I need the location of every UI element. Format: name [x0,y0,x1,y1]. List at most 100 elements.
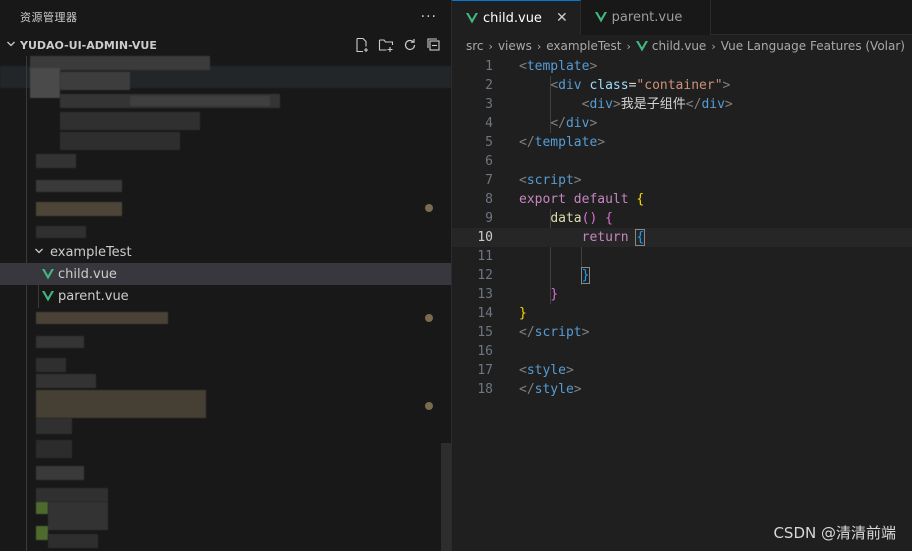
file-label: parent.vue [58,288,129,304]
breadcrumb-file-label: child.vue [651,39,707,53]
file-child-vue[interactable]: child.vue [0,263,451,285]
tab-child-vue[interactable]: child.vue ✕ [452,0,581,35]
breadcrumb-item[interactable]: exampleTest [546,39,621,53]
code-line: 8 export default { [452,190,912,209]
blurred-tree-item [36,374,96,388]
blurred-tree-item [36,336,84,348]
sidebar-scrollbar[interactable] [441,443,451,551]
blurred-tree-item [36,180,122,192]
modified-dot-icon [425,204,433,212]
breadcrumb-file[interactable]: child.vue [635,39,707,53]
code-text: export default { [519,192,645,207]
collapse-all-icon[interactable] [425,36,443,54]
editor-group: child.vue ✕ parent.vue src › views › exa… [452,0,912,551]
more-actions-icon[interactable]: ··· [421,9,437,25]
new-file-icon[interactable] [353,36,371,54]
breadcrumb-item[interactable]: views [498,39,532,53]
line-number: 4 [485,116,493,131]
code-text: } [519,306,527,321]
code-line: 4 </div> [452,114,912,133]
explorer-title: 资源管理器 [20,11,78,24]
line-number: 1 [485,59,493,74]
breadcrumb-item[interactable]: src [466,39,484,53]
code-text: <script> [519,173,582,188]
code-line: 14} [452,304,912,323]
blurred-tree-item [36,358,66,372]
code-line: 2 <div class="container"> [452,76,912,95]
blurred-tree-item [36,418,72,434]
line-number: 10 [477,230,493,245]
line-number: 13 [477,287,493,302]
code-text: <div>我是子组件</div> [581,97,733,112]
line-number: 6 [485,154,493,169]
line-number: 16 [477,344,493,359]
code-line: 6 [452,152,912,171]
tab-parent-vue[interactable]: parent.vue [581,0,712,35]
line-number: 5 [485,135,493,150]
vue-file-icon [635,40,648,51]
blurred-tree-item [30,68,60,98]
blurred-tree-item [48,502,108,530]
tab-spacer [711,0,912,35]
blurred-tree-item [36,226,86,238]
blurred-tree-item [36,154,76,168]
tab-bar: child.vue ✕ parent.vue [452,0,912,35]
line-number: 8 [485,192,493,207]
tab-label: child.vue [483,10,542,26]
refresh-icon[interactable] [401,36,419,54]
line-number: 18 [477,382,493,397]
line-number: 12 [477,268,493,283]
tab-label: parent.vue [611,10,683,25]
vue-file-icon [594,12,607,23]
blurred-tree-item [130,96,270,106]
code-text: <style> [519,363,574,378]
code-line: 11 [452,247,912,266]
code-text: </template> [519,135,606,150]
code-text: <template> [519,59,598,74]
code-line: 7 <script> [452,171,912,190]
line-number: 15 [477,325,493,340]
code-text: return { [581,229,646,246]
file-parent-vue[interactable]: parent.vue [0,285,451,307]
blurred-tree-item [36,312,168,324]
chevron-right-icon: › [626,39,631,53]
chevron-right-icon: › [711,39,716,53]
project-actions [353,36,443,54]
line-number: 11 [477,249,493,264]
blurred-tree-item [36,390,206,418]
code-line: 9 data() { [452,209,912,228]
project-root[interactable]: YUDAO-UI-ADMIN-VUE [0,34,451,56]
code-text: <div class="container"> [550,78,731,93]
chevron-down-icon [4,39,18,52]
vue-file-icon [466,12,478,23]
code-text: data() { [550,211,613,226]
close-icon[interactable]: ✕ [556,10,568,26]
new-folder-icon[interactable] [377,36,395,54]
code-text: </style> [519,382,582,397]
explorer-sidebar: 资源管理器 ··· YUDAO-UI-ADMIN-VUE exampleTest… [0,0,451,551]
code-line: 3 <div>我是子组件</div> [452,95,912,114]
blurred-tree-item [60,112,200,130]
blurred-tree-item [48,534,98,548]
folder-exampletest[interactable]: exampleTest [0,241,451,263]
blurred-tree-item [36,440,72,458]
modified-dot-icon [425,314,433,322]
folder-label: exampleTest [50,244,132,260]
vue-file-icon [42,268,54,279]
code-line: 16 [452,342,912,361]
code-line: 15 </script> [452,323,912,342]
code-line: 1 <template> [452,57,912,76]
code-line: 12 } [452,266,912,285]
project-name: YUDAO-UI-ADMIN-VUE [20,38,157,52]
breadcrumb-item[interactable]: Vue Language Features (Volar) [721,39,905,53]
modified-dot-icon [425,402,433,410]
blurred-tree-item [60,132,180,150]
explorer-header: 资源管理器 ··· [0,0,451,34]
file-tree: exampleTest child.vue parent.vue [0,56,451,551]
chevron-right-icon: › [488,39,493,53]
code-text: } [550,287,559,302]
code-editor[interactable]: 1 <template> 2 <div class="container"> 3 … [452,57,912,399]
blurred-tree-item [60,72,130,90]
line-number: 9 [485,211,493,226]
